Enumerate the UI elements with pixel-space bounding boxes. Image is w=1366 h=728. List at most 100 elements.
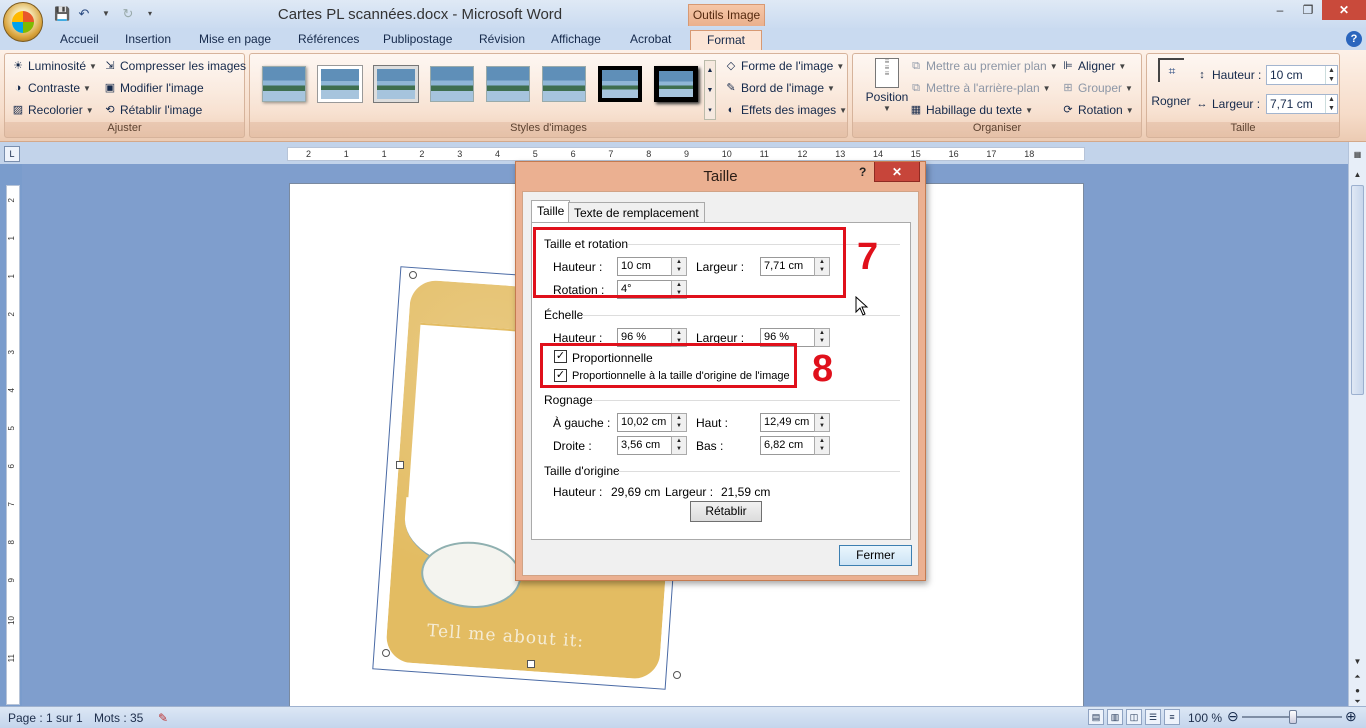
vertical-ruler-tick-label: 5 (7, 426, 16, 431)
rotation-button[interactable]: ⟳ Rotation ▼ (1061, 101, 1133, 119)
ribbon-hauteur-input[interactable]: 10 cm ▲ ▼ (1266, 65, 1338, 85)
resize-handle-bottom-right[interactable] (673, 671, 681, 679)
ribbon-largeur-input[interactable]: 7,71 cm ▲ ▼ (1266, 94, 1338, 114)
droite-spin-icon[interactable]: ▲ ▼ (671, 436, 687, 455)
habillage-button[interactable]: ▦ Habillage du texte ▼ (909, 101, 1033, 119)
gauche-spin-icon[interactable]: ▲ ▼ (671, 413, 687, 432)
tab-publipostage[interactable]: Publipostage (379, 30, 456, 50)
picture-style-8[interactable] (654, 66, 698, 102)
luminosite-button[interactable]: ☀ Luminosité ▼ (11, 57, 97, 75)
group-label-ajuster: Ajuster (5, 122, 244, 137)
spin-arrows-icon[interactable]: ▲ ▼ (1325, 66, 1337, 84)
dialog-tab-texte-remplacement[interactable]: Texte de remplacement (568, 202, 705, 223)
tab-acrobat[interactable]: Acrobat (626, 30, 675, 50)
web-layout-icon[interactable]: ◫ (1126, 709, 1142, 725)
zoom-out-icon[interactable]: ⊖ (1227, 708, 1239, 725)
office-button[interactable] (3, 2, 43, 42)
tab-format[interactable]: Format (690, 30, 762, 50)
gauche-label: À gauche : (553, 416, 611, 430)
full-screen-reading-icon[interactable]: ▥ (1107, 709, 1123, 725)
zoom-in-icon[interactable]: ⊕ (1345, 708, 1357, 725)
picture-style-1[interactable] (262, 66, 306, 102)
crop-icon: ⌗ (1158, 58, 1184, 82)
group-icon: ⊞ (1063, 82, 1073, 94)
picture-style-2[interactable] (317, 65, 363, 103)
print-layout-icon[interactable]: ▤ (1088, 709, 1104, 725)
tab-references[interactable]: Références (294, 30, 363, 50)
picture-style-7[interactable] (598, 66, 642, 102)
ribbon-tabs: Accueil Insertion Mise en page Référence… (0, 28, 1366, 50)
close-button[interactable]: ✕ (1322, 0, 1366, 20)
resize-handle-bottom-left[interactable] (382, 649, 390, 657)
resize-handle-left[interactable] (396, 461, 404, 469)
droite-input[interactable]: 3,56 cm (617, 436, 673, 455)
origine-largeur-value: 21,59 cm (721, 485, 771, 499)
group-label-styles: Styles d'images (250, 122, 847, 137)
forme-image-button[interactable]: ◇ Forme de l'image ▼ (724, 57, 844, 75)
arriere-plan-button[interactable]: ⧉ Mettre à l'arrière-plan ▼ (909, 79, 1051, 97)
outline-icon[interactable]: ☰ (1145, 709, 1161, 725)
zoom-level[interactable]: 100 % (1188, 711, 1222, 725)
scrollbar-thumb[interactable] (1351, 185, 1364, 395)
picture-style-6[interactable] (542, 66, 586, 102)
dialog-tab-taille[interactable]: Taille (531, 200, 571, 224)
picture-style-3[interactable] (373, 65, 419, 103)
effets-images-button[interactable]: ◐ Effets des images ▼ (724, 101, 847, 119)
next-page-icon[interactable]: ⏷ (1351, 697, 1364, 706)
gauche-input[interactable]: 10,02 cm (617, 413, 673, 432)
resize-handle-top-left[interactable] (409, 271, 417, 279)
picture-style-4[interactable] (430, 66, 474, 102)
ruler-tick-label: 11 (759, 149, 769, 159)
grouper-button[interactable]: ⊞ Grouper ▼ (1061, 79, 1133, 97)
previous-page-icon[interactable]: ⏶ (1351, 670, 1364, 683)
luminosite-label: Luminosité (28, 59, 87, 73)
dialog-close-button[interactable]: ✕ (874, 162, 920, 182)
zoom-slider-knob[interactable] (1289, 710, 1297, 724)
retablir-image-button[interactable]: ⟲ Rétablir l'image (103, 101, 202, 119)
bas-spin-icon[interactable]: ▲ ▼ (814, 436, 830, 455)
ruler-toggle-icon[interactable]: ▦ (1351, 148, 1364, 161)
modifier-image-button[interactable]: ▣ Modifier l'image (103, 79, 204, 97)
tab-revision[interactable]: Révision (475, 30, 529, 50)
scroll-down-icon[interactable]: ▼ (1351, 655, 1364, 668)
vertical-ruler-tick-label: 10 (7, 616, 16, 625)
bring-front-icon: ⧉ (912, 60, 920, 72)
bas-input[interactable]: 6,82 cm (760, 436, 816, 455)
haut-input[interactable]: 12,49 cm (760, 413, 816, 432)
tab-mise-en-page[interactable]: Mise en page (195, 30, 275, 50)
compresser-button[interactable]: ⇲ Compresser les images (103, 57, 246, 75)
restore-button[interactable]: ❐ (1294, 0, 1322, 20)
proofing-icon[interactable]: ✎ (158, 711, 168, 725)
contraste-button[interactable]: ◑ Contraste ▼ (11, 79, 91, 97)
tab-insertion[interactable]: Insertion (121, 30, 175, 50)
word-count[interactable]: Mots : 35 (94, 711, 143, 725)
styles-gallery-scroll[interactable]: ▲ ▼ ▾ (704, 60, 716, 120)
retablir-button[interactable]: Rétablir (690, 501, 762, 522)
scroll-up-icon[interactable]: ▲ (1351, 168, 1364, 181)
spin-arrows-icon[interactable]: ▲ ▼ (1325, 95, 1337, 113)
tab-affichage[interactable]: Affichage (547, 30, 605, 50)
position-button[interactable]: ≡ ≡ ≡ Position ▼ (863, 58, 911, 120)
haut-spin-icon[interactable]: ▲ ▼ (814, 413, 830, 432)
picture-style-5[interactable] (486, 66, 530, 102)
bord-image-button[interactable]: ✎ Bord de l'image ▼ (724, 79, 835, 97)
horizontal-ruler[interactable]: 2 1 1 2 3 4 5 6 7 8 9 10 11 12 13 14 15 16 17 18 (287, 147, 1085, 161)
minimize-button[interactable]: – (1266, 0, 1294, 20)
page-count[interactable]: Page : 1 sur 1 (8, 711, 83, 725)
draft-icon[interactable]: ≡ (1164, 709, 1180, 725)
aligner-button[interactable]: ⊫ Aligner ▼ (1061, 57, 1126, 75)
tab-accueil[interactable]: Accueil (56, 30, 103, 50)
rogner-button[interactable]: ⌗ Rogner (1151, 58, 1191, 116)
resize-handle-bottom[interactable] (527, 660, 535, 668)
echelle-largeur-spin-icon[interactable]: ▲ ▼ (814, 328, 830, 347)
help-icon[interactable]: ? (1346, 31, 1362, 47)
dialog-help-icon[interactable]: ? (859, 165, 866, 179)
annotation-box-8 (540, 343, 797, 388)
browse-object-icon[interactable]: ● (1351, 684, 1364, 697)
fermer-button[interactable]: Fermer (839, 545, 912, 566)
premier-plan-button[interactable]: ⧉ Mettre au premier plan ▼ (909, 57, 1058, 75)
tab-selector-icon[interactable]: L (4, 146, 20, 162)
horizontal-ruler-labels: 2 1 1 2 3 4 5 6 7 8 9 10 11 12 13 14 15 16 17 18 (288, 148, 1084, 160)
vertical-ruler[interactable]: 2 1 1 2 3 4 5 6 7 8 9 10 11 (6, 185, 20, 705)
recolorier-button[interactable]: ▨ Recolorier ▼ (11, 101, 94, 119)
